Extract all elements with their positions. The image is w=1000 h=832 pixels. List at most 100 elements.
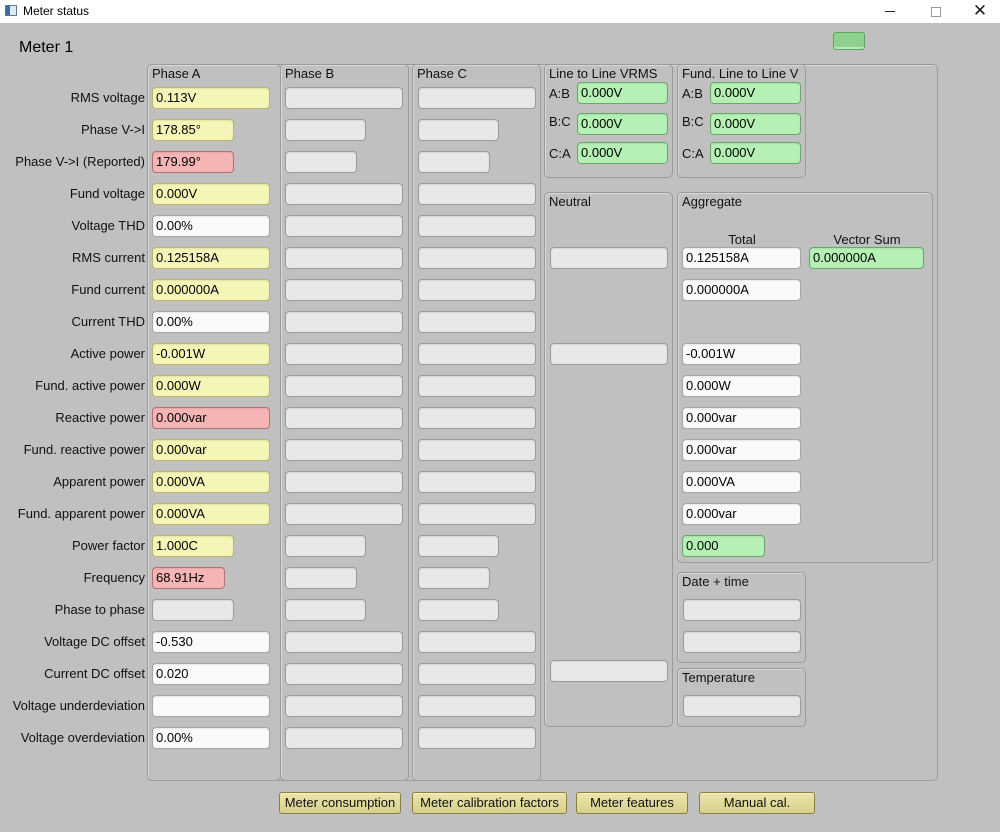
phase-b-field[interactable] <box>285 151 357 173</box>
phase-b-field[interactable] <box>285 279 403 301</box>
phase-b-field[interactable] <box>285 343 403 365</box>
phase-b-field[interactable] <box>285 695 403 717</box>
aggregate-rms-current-total-field[interactable]: 0.125158A <box>682 247 801 269</box>
phase-a-field[interactable]: 0.00% <box>152 215 270 237</box>
phase-a-field[interactable]: 68.91Hz <box>152 567 225 589</box>
phase-c-field[interactable] <box>418 503 536 525</box>
phase-a-field[interactable]: 0.020 <box>152 663 270 685</box>
phase-c-field[interactable] <box>418 279 536 301</box>
neutral-current-dc-offset-field[interactable] <box>550 660 668 682</box>
phase-b-field[interactable] <box>285 375 403 397</box>
phase-c-field[interactable] <box>418 343 536 365</box>
phase-b-field[interactable] <box>285 215 403 237</box>
phase-c-field[interactable] <box>418 695 536 717</box>
phase-c-field[interactable] <box>418 663 536 685</box>
row-label: Phase V->I (Reported) <box>15 154 145 169</box>
fund-line-to-line-field[interactable]: 0.000V <box>710 113 801 135</box>
fund-line-to-line-field[interactable]: 0.000V <box>710 142 801 164</box>
window-title: Meter status <box>23 4 90 18</box>
phase-a-field[interactable]: 0.00% <box>152 311 270 333</box>
neutral-active-power-field[interactable] <box>550 343 668 365</box>
phase-a-field[interactable] <box>152 599 234 621</box>
phase-c-field[interactable] <box>418 151 490 173</box>
phase-c-field[interactable] <box>418 119 499 141</box>
aggregate-power-factor-total-field[interactable]: 0.000 <box>682 535 765 557</box>
phase-a-field[interactable]: 0.125158A <box>152 247 270 269</box>
phase-c-field[interactable] <box>418 439 536 461</box>
phase-b-field[interactable] <box>285 183 403 205</box>
phase-c-field[interactable] <box>418 215 536 237</box>
neutral-title: Neutral <box>549 194 591 209</box>
vrms-pair-label: A:B <box>549 86 570 101</box>
phase-b-field[interactable] <box>285 567 357 589</box>
phase-b-field[interactable] <box>285 311 403 333</box>
close-button[interactable]: ✕ <box>958 0 1000 23</box>
maximize-button[interactable] <box>914 0 958 23</box>
phase-b-field[interactable] <box>285 407 403 429</box>
line-to-line-vrms-field[interactable]: 0.000V <box>577 142 668 164</box>
line-to-line-vrms-field[interactable]: 0.000V <box>577 82 668 104</box>
phase-a-field[interactable]: 0.113V <box>152 87 270 109</box>
meter-calibration-factors-button[interactable]: Meter calibration factors <box>412 792 567 814</box>
fund-pair-label: A:B <box>682 86 703 101</box>
aggregate-apparent-power-total-field[interactable]: 0.000VA <box>682 471 801 493</box>
minimize-button[interactable] <box>868 0 912 23</box>
phase-c-field[interactable] <box>418 567 490 589</box>
phase-a-field[interactable]: 0.000var <box>152 407 270 429</box>
phase-a-field[interactable]: 1.000C <box>152 535 234 557</box>
aggregate-active-power-total-field[interactable]: -0.001W <box>682 343 801 365</box>
manual-cal-button[interactable]: Manual cal. <box>699 792 815 814</box>
phase-a-field[interactable]: 178.85° <box>152 119 234 141</box>
phase-a-field[interactable]: 0.000V <box>152 183 270 205</box>
meter-consumption-button[interactable]: Meter consumption <box>279 792 401 814</box>
phase-a-field[interactable] <box>152 695 270 717</box>
aggregate-fund-reactive-power-total-field[interactable]: 0.000var <box>682 439 801 461</box>
phase-c-field[interactable] <box>418 375 536 397</box>
phase-a-field[interactable]: 0.00% <box>152 727 270 749</box>
aggregate-reactive-power-total-field[interactable]: 0.000var <box>682 407 801 429</box>
phase-c-field[interactable] <box>418 727 536 749</box>
phase-b-field[interactable] <box>285 599 366 621</box>
phase-c-field[interactable] <box>418 311 536 333</box>
aggregate-fund-apparent-power-total-field[interactable]: 0.000var <box>682 503 801 525</box>
date-field[interactable] <box>683 599 801 621</box>
fund-line-to-line-field[interactable]: 0.000V <box>710 82 801 104</box>
phase-b-field[interactable] <box>285 663 403 685</box>
phase-c-field[interactable] <box>418 471 536 493</box>
aggregate-rms-current-vector-sum-field[interactable]: 0.000000A <box>809 247 924 269</box>
temperature-field[interactable] <box>683 695 801 717</box>
phase-a-field[interactable]: -0.001W <box>152 343 270 365</box>
phase-b-field[interactable] <box>285 631 403 653</box>
phase-b-field[interactable] <box>285 87 403 109</box>
phase-b-field[interactable] <box>285 535 366 557</box>
row-label: Voltage underdeviation <box>12 698 145 713</box>
aggregate-fund-active-power-total-field[interactable]: 0.000W <box>682 375 801 397</box>
phase-a-field[interactable]: 179.99° <box>152 151 234 173</box>
phase-c-field[interactable] <box>418 535 499 557</box>
phase-b-field[interactable] <box>285 439 403 461</box>
line-to-line-vrms-field[interactable]: 0.000V <box>577 113 668 135</box>
phase-a-field[interactable]: -0.530 <box>152 631 270 653</box>
phase-a-field[interactable]: 0.000VA <box>152 471 270 493</box>
phase-a-field[interactable]: 0.000W <box>152 375 270 397</box>
row-label: Fund. active power <box>35 378 145 393</box>
phase-b-field[interactable] <box>285 727 403 749</box>
phase-b-field[interactable] <box>285 247 403 269</box>
time-field[interactable] <box>683 631 801 653</box>
phase-c-field[interactable] <box>418 183 536 205</box>
phase-c-field[interactable] <box>418 631 536 653</box>
maximize-icon <box>931 6 941 17</box>
phase-a-field[interactable]: 0.000000A <box>152 279 270 301</box>
phase-c-field[interactable] <box>418 407 536 429</box>
phase-c-field[interactable] <box>418 87 536 109</box>
phase-a-field[interactable]: 0.000var <box>152 439 270 461</box>
meter-features-button[interactable]: Meter features <box>576 792 688 814</box>
phase-c-field[interactable] <box>418 247 536 269</box>
phase-c-field[interactable] <box>418 599 499 621</box>
phase-b-field[interactable] <box>285 119 366 141</box>
neutral-rms-current-field[interactable] <box>550 247 668 269</box>
phase-b-field[interactable] <box>285 471 403 493</box>
phase-a-field[interactable]: 0.000VA <box>152 503 270 525</box>
aggregate-fund-current-total-field[interactable]: 0.000000A <box>682 279 801 301</box>
phase-b-field[interactable] <box>285 503 403 525</box>
